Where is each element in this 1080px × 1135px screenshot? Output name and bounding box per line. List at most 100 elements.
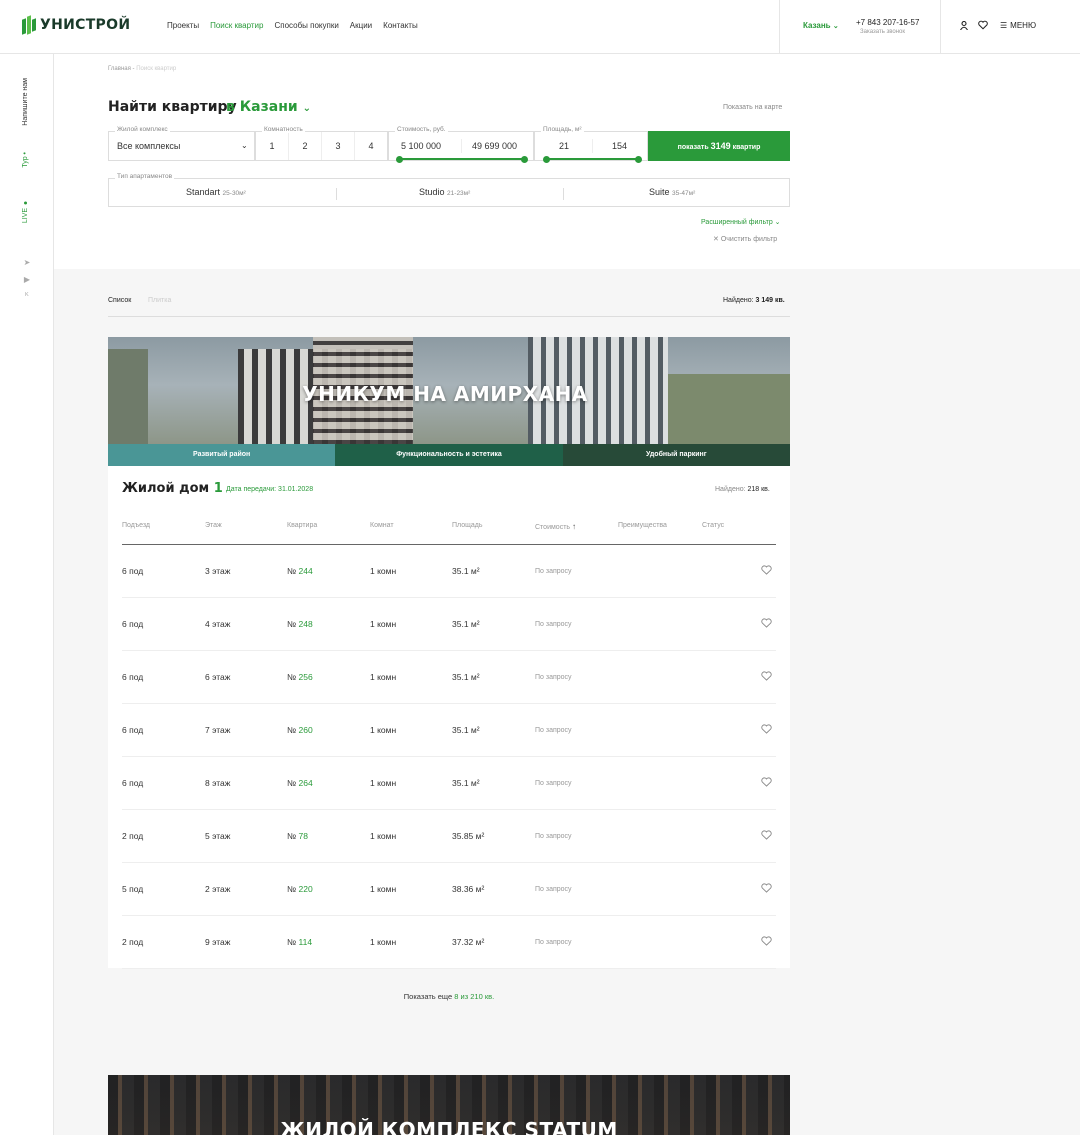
show-more-link[interactable]: Показать еще 8 из 210 кв.	[0, 992, 898, 1001]
rooms-option-2[interactable]: 2	[289, 132, 322, 160]
favorite-heart-icon[interactable]	[761, 830, 772, 840]
main-nav: Проекты Поиск квартир Способы покупки Ак…	[167, 21, 418, 30]
cell-price: По запросу	[535, 833, 572, 840]
tour-link[interactable]: Тур •	[22, 152, 29, 168]
table-row[interactable]: 6 под 6 этаж № 256 1 комн 35.1 м² По запросу	[122, 651, 776, 704]
col-header-rooms[interactable]: Комнат	[370, 522, 394, 529]
apt-type-range: 25-30м²	[222, 190, 246, 197]
col-header-floor[interactable]: Этаж	[205, 522, 222, 529]
phone-number[interactable]: +7 843 207-16-57	[856, 18, 919, 27]
price-slider-min-handle[interactable]	[396, 156, 403, 163]
cell-rooms: 1 комн	[370, 831, 397, 841]
col-header-apartment[interactable]: Квартира	[287, 522, 317, 529]
area-slider-min-handle[interactable]	[543, 156, 550, 163]
area-max[interactable]: 154	[612, 141, 627, 151]
col-header-entrance[interactable]: Подъезд	[122, 522, 150, 529]
show-button-count: 3149	[710, 141, 731, 151]
extended-filter-link[interactable]: Расширенный фильтр ⌄	[701, 218, 781, 226]
price-min[interactable]: 5 100 000	[401, 141, 441, 151]
apt-type-studio[interactable]: Studio 21-23м²	[419, 187, 470, 197]
nav-purchase-methods[interactable]: Способы покупки	[274, 21, 338, 30]
apartment-number[interactable]: 78	[299, 831, 308, 841]
cell-floor: 8 этаж	[205, 778, 231, 788]
telegram-icon[interactable]: ➤	[22, 258, 32, 268]
cell-entrance: 6 под	[122, 725, 144, 735]
apt-type-range: 35-47м²	[672, 190, 696, 197]
clear-filter-link[interactable]: ✕ Очистить фильтр	[713, 235, 777, 243]
favorite-heart-icon[interactable]	[761, 724, 772, 734]
col-header-price[interactable]: Стоимость ↑	[535, 522, 576, 531]
favorite-heart-icon[interactable]	[761, 618, 772, 628]
favorite-heart-icon[interactable]	[761, 777, 772, 787]
header-divider	[779, 0, 780, 54]
view-list-tab[interactable]: Список	[108, 297, 131, 304]
write-us-link[interactable]: Напишите нам	[22, 78, 29, 126]
apartment-number[interactable]: 114	[299, 937, 313, 947]
cell-area: 37.32 м²	[452, 937, 485, 947]
nav-contacts[interactable]: Контакты	[383, 21, 418, 30]
cell-entrance: 6 под	[122, 619, 144, 629]
cell-floor: 5 этаж	[205, 831, 231, 841]
table-row[interactable]: 5 под 2 этаж № 220 1 комн 38.36 м² По запросу	[122, 863, 776, 916]
nav-apartment-search[interactable]: Поиск квартир	[210, 21, 263, 30]
table-row[interactable]: 6 под 7 этаж № 260 1 комн 35.1 м² По запросу	[122, 704, 776, 757]
view-tiles-tab[interactable]: Плитка	[148, 297, 171, 304]
cell-floor: 3 этаж	[205, 566, 231, 576]
show-apartments-button[interactable]: показать 3149 квартир	[648, 131, 790, 161]
youtube-icon[interactable]: ▶	[22, 275, 32, 285]
rooms-option-3[interactable]: 3	[322, 132, 355, 160]
price-slider-max-handle[interactable]	[521, 156, 528, 163]
apartment-number[interactable]: 260	[299, 725, 313, 735]
cell-apartment: № 256	[287, 672, 313, 682]
table-row[interactable]: 6 под 4 этаж № 248 1 комн 35.1 м² По запросу	[122, 598, 776, 651]
table-row[interactable]: 2 под 9 этаж № 114 1 комн 37.32 м² По запросу	[122, 916, 776, 969]
city-dropdown[interactable]: в Казани ⌄	[226, 99, 311, 115]
nav-projects[interactable]: Проекты	[167, 21, 199, 30]
apartment-prefix: №	[287, 672, 297, 682]
col-header-status[interactable]: Статус	[702, 522, 724, 529]
favorite-heart-icon[interactable]	[761, 883, 772, 893]
apt-type-suite[interactable]: Suite 35-47м²	[649, 187, 695, 197]
breadcrumb-home[interactable]: Главная	[108, 66, 131, 72]
callback-link[interactable]: Заказать звонок	[860, 29, 905, 35]
cell-apartment: № 220	[287, 884, 313, 894]
table-row[interactable]: 6 под 3 этаж № 244 1 комн 35.1 м² По запросу	[122, 545, 776, 598]
cell-area: 35.85 м²	[452, 831, 485, 841]
cell-floor: 7 этаж	[205, 725, 231, 735]
complex-select[interactable]: Жилой комплекс Все комплексы ⌄	[108, 126, 255, 161]
logo[interactable]: УНИСТРОЙ	[22, 15, 130, 35]
menu-label: МЕНЮ	[1010, 21, 1037, 30]
chevron-down-icon: ⌄	[774, 219, 781, 226]
user-icon[interactable]	[960, 21, 968, 30]
favorite-heart-icon[interactable]	[761, 565, 772, 575]
cell-area: 35.1 м²	[452, 619, 480, 629]
col-header-area[interactable]: Площадь	[452, 522, 482, 529]
apartment-number[interactable]: 256	[299, 672, 313, 682]
col-header-advantages[interactable]: Преимущества	[618, 522, 667, 529]
table-row[interactable]: 2 под 5 этаж № 78 1 комн 35.85 м² По запросу	[122, 810, 776, 863]
found-label: Найдено:	[723, 297, 754, 304]
vk-icon[interactable]: ᴷ	[22, 291, 32, 301]
area-slider-max-handle[interactable]	[635, 156, 642, 163]
price-max[interactable]: 49 699 000	[472, 141, 517, 151]
apt-type-name: Suite	[649, 187, 670, 197]
apartment-number[interactable]: 248	[299, 619, 313, 629]
favorite-heart-icon[interactable]	[761, 671, 772, 681]
apartment-number[interactable]: 264	[299, 778, 313, 788]
live-link[interactable]: LIVE ●	[22, 199, 29, 223]
favorite-heart-icon[interactable]	[761, 936, 772, 946]
rooms-option-1[interactable]: 1	[256, 132, 289, 160]
nav-promotions[interactable]: Акции	[350, 21, 372, 30]
apartment-number[interactable]: 220	[299, 884, 313, 894]
rooms-option-4[interactable]: 4	[355, 132, 387, 160]
apt-type-standart[interactable]: Standart 25-30м²	[186, 187, 246, 197]
menu-button[interactable]: ☰ МЕНЮ	[1000, 21, 1036, 30]
table-row[interactable]: 6 под 8 этаж № 264 1 комн 35.1 м² По запросу	[122, 757, 776, 810]
city-selector[interactable]: Казань ⌄	[803, 21, 839, 30]
area-min[interactable]: 21	[559, 141, 569, 151]
apartment-number[interactable]: 244	[299, 566, 313, 576]
show-on-map-link[interactable]: Показать на карте	[723, 104, 782, 111]
found-value: 3 149 кв.	[755, 297, 785, 304]
hamburger-icon: ☰	[1000, 21, 1008, 30]
favorites-heart-icon[interactable]	[978, 20, 988, 30]
